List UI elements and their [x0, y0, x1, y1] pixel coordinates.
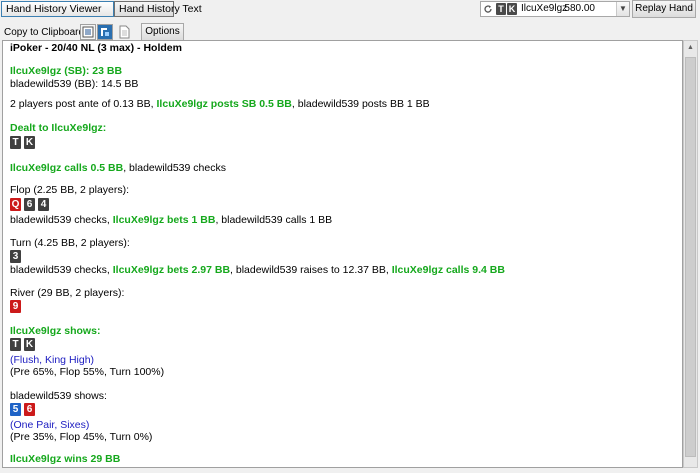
card: 9 [10, 300, 21, 313]
hero-action: IlcuXe9lgz posts SB 0.5 BB [156, 98, 292, 110]
hero-equity: (Pre 65%, Flop 55%, Turn 100%) [10, 366, 165, 378]
card: K [24, 338, 35, 351]
hero-action: IlcuXe9lgz bets 2.97 BB [112, 264, 231, 276]
player-select[interactable]: T K IlcuXe9lgz 580.00 ▼ [480, 1, 630, 17]
hero-seat-line: IlcuXe9lgz (SB): 23 BB [10, 65, 123, 77]
copy-formatted-button[interactable] [97, 24, 113, 40]
chevron-down-icon[interactable]: ▼ [616, 2, 629, 16]
turn-action-line: bladewild539 checks, IlcuXe9lgz bets 2.9… [10, 264, 505, 276]
hand-header: iPoker - 20/40 NL (3 max) - Holdem [10, 42, 182, 54]
villain-hand-rank: (One Pair, Sixes) [10, 419, 90, 431]
antes-text: , bladewild539 posts BB 1 BB [291, 98, 430, 110]
antes-line: 2 players post ante of 0.13 BB, IlcuXe9l… [10, 98, 430, 110]
scroll-up-arrow-icon[interactable]: ▲ [684, 41, 697, 55]
hero-action: IlcuXe9lgz calls 0.5 BB [10, 162, 124, 174]
action-text: bladewild539 checks, [10, 214, 113, 226]
hero-hand-rank: (Flush, King High) [10, 354, 95, 366]
result-line: IlcuXe9lgz wins 29 BB [10, 453, 121, 465]
tab-hand-history-viewer[interactable]: Hand History Viewer [1, 1, 114, 17]
flop-label: Flop (2.25 BB, 2 players): [10, 184, 130, 196]
river-label: River (29 BB, 2 players): [10, 287, 125, 299]
villain-equity: (Pre 35%, Flop 45%, Turn 0%) [10, 431, 153, 443]
preflop-line: IlcuXe9lgz calls 0.5 BB, bladewild539 ch… [10, 162, 226, 174]
action-text: , bladewild539 calls 1 BB [215, 214, 333, 226]
villain-seat-line: bladewild539 (BB): 14.5 BB [10, 78, 139, 90]
clipboard-toolbar: Copy to Clipboard: Options [0, 22, 700, 42]
copy-text-button[interactable] [116, 24, 132, 40]
document-icon [119, 25, 130, 39]
replay-hand-button[interactable]: Replay Hand [632, 0, 696, 18]
action-text: , bladewild539 checks [123, 162, 226, 174]
copy-image-button[interactable] [80, 24, 96, 40]
hero-action: IlcuXe9lgz bets 1 BB [112, 214, 216, 226]
card: 5 [10, 403, 21, 416]
tab-hand-history-text[interactable]: Hand History Text [114, 1, 202, 17]
card: 3 [10, 250, 21, 263]
action-text: , bladewild539 raises to 12.37 BB, [230, 264, 392, 276]
villain-shows-label: bladewild539 shows: [10, 390, 107, 402]
top-toolbar: Hand History Viewer Hand History Text T … [0, 0, 700, 20]
hero-shows-label: IlcuXe9lgz shows: [10, 325, 101, 337]
selected-player-stack: 580.00 [564, 3, 595, 14]
copy-to-clipboard-label: Copy to Clipboard: [4, 27, 87, 38]
selected-player-card: K [507, 3, 517, 15]
card: Q [10, 198, 21, 211]
card: 6 [24, 198, 35, 211]
scrollbar-thumb[interactable] [685, 57, 696, 457]
vertical-scrollbar[interactable]: ▲ [683, 40, 698, 468]
image-icon [82, 26, 94, 38]
refresh-icon [484, 5, 492, 13]
action-text: bladewild539 checks, [10, 264, 113, 276]
hero-action: IlcuXe9lgz calls 9.4 BB [391, 264, 505, 276]
forum-icon [101, 28, 109, 36]
card: 4 [38, 198, 49, 211]
card: K [24, 136, 35, 149]
antes-text: 2 players post ante of 0.13 BB, [10, 98, 157, 110]
card: T [10, 136, 21, 149]
selected-player-card: T [496, 3, 506, 15]
card: 6 [24, 403, 35, 416]
card: T [10, 338, 21, 351]
dealt-label: Dealt to IlcuXe9lgz: [10, 122, 107, 134]
turn-label: Turn (4.25 BB, 2 players): [10, 237, 130, 249]
options-button[interactable]: Options [141, 23, 184, 41]
flop-action-line: bladewild539 checks, IlcuXe9lgz bets 1 B… [10, 214, 332, 226]
hand-history-panel: iPoker - 20/40 NL (3 max) - Holdem IlcuX… [2, 40, 683, 468]
